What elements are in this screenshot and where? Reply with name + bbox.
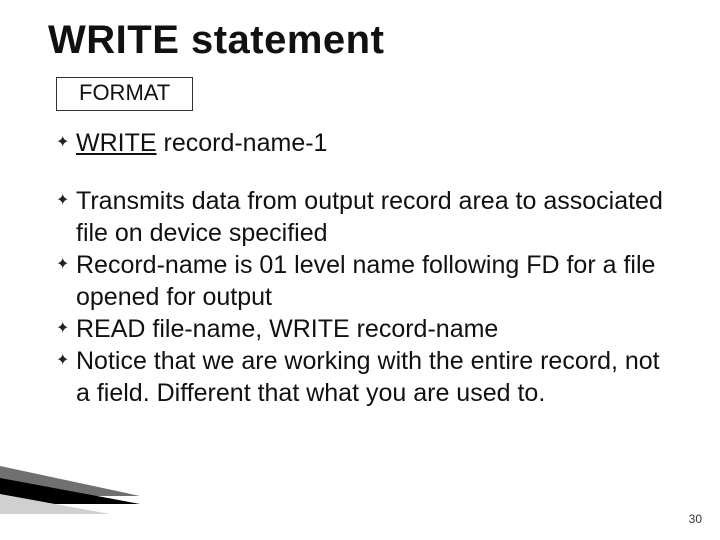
page-number: 30 (689, 512, 702, 526)
bullet-icon: ✦ (56, 185, 76, 249)
bullet-icon: ✦ (56, 345, 76, 409)
bullet-text: Notice that we are working with the enti… (76, 345, 680, 409)
bullet-text: Transmits data from output record area t… (76, 185, 680, 249)
syntax-text: WRITE record-name-1 (76, 127, 680, 159)
syntax-keyword: WRITE (76, 129, 157, 157)
bullet-icon: ✦ (56, 127, 76, 159)
syntax-line: ✦ WRITE record-name-1 (56, 127, 680, 159)
slide-content: ✦ WRITE record-name-1 ✦ Transmits data f… (48, 127, 680, 409)
slide: WRITE statement FORMAT ✦ WRITE record-na… (0, 0, 720, 540)
decorative-wedge (0, 466, 140, 514)
list-item: ✦ Record-name is 01 level name following… (56, 249, 680, 313)
slide-title: WRITE statement (48, 18, 680, 63)
bullet-text: Record-name is 01 level name following F… (76, 249, 680, 313)
list-item: ✦ Transmits data from output record area… (56, 185, 680, 249)
list-item: ✦ Notice that we are working with the en… (56, 345, 680, 409)
format-box: FORMAT (56, 77, 193, 111)
bullet-icon: ✦ (56, 249, 76, 313)
list-item: ✦ READ file-name, WRITE record-name (56, 313, 680, 345)
syntax-rest: record-name-1 (157, 129, 328, 157)
bullet-icon: ✦ (56, 313, 76, 345)
bullet-text: READ file-name, WRITE record-name (76, 313, 680, 345)
